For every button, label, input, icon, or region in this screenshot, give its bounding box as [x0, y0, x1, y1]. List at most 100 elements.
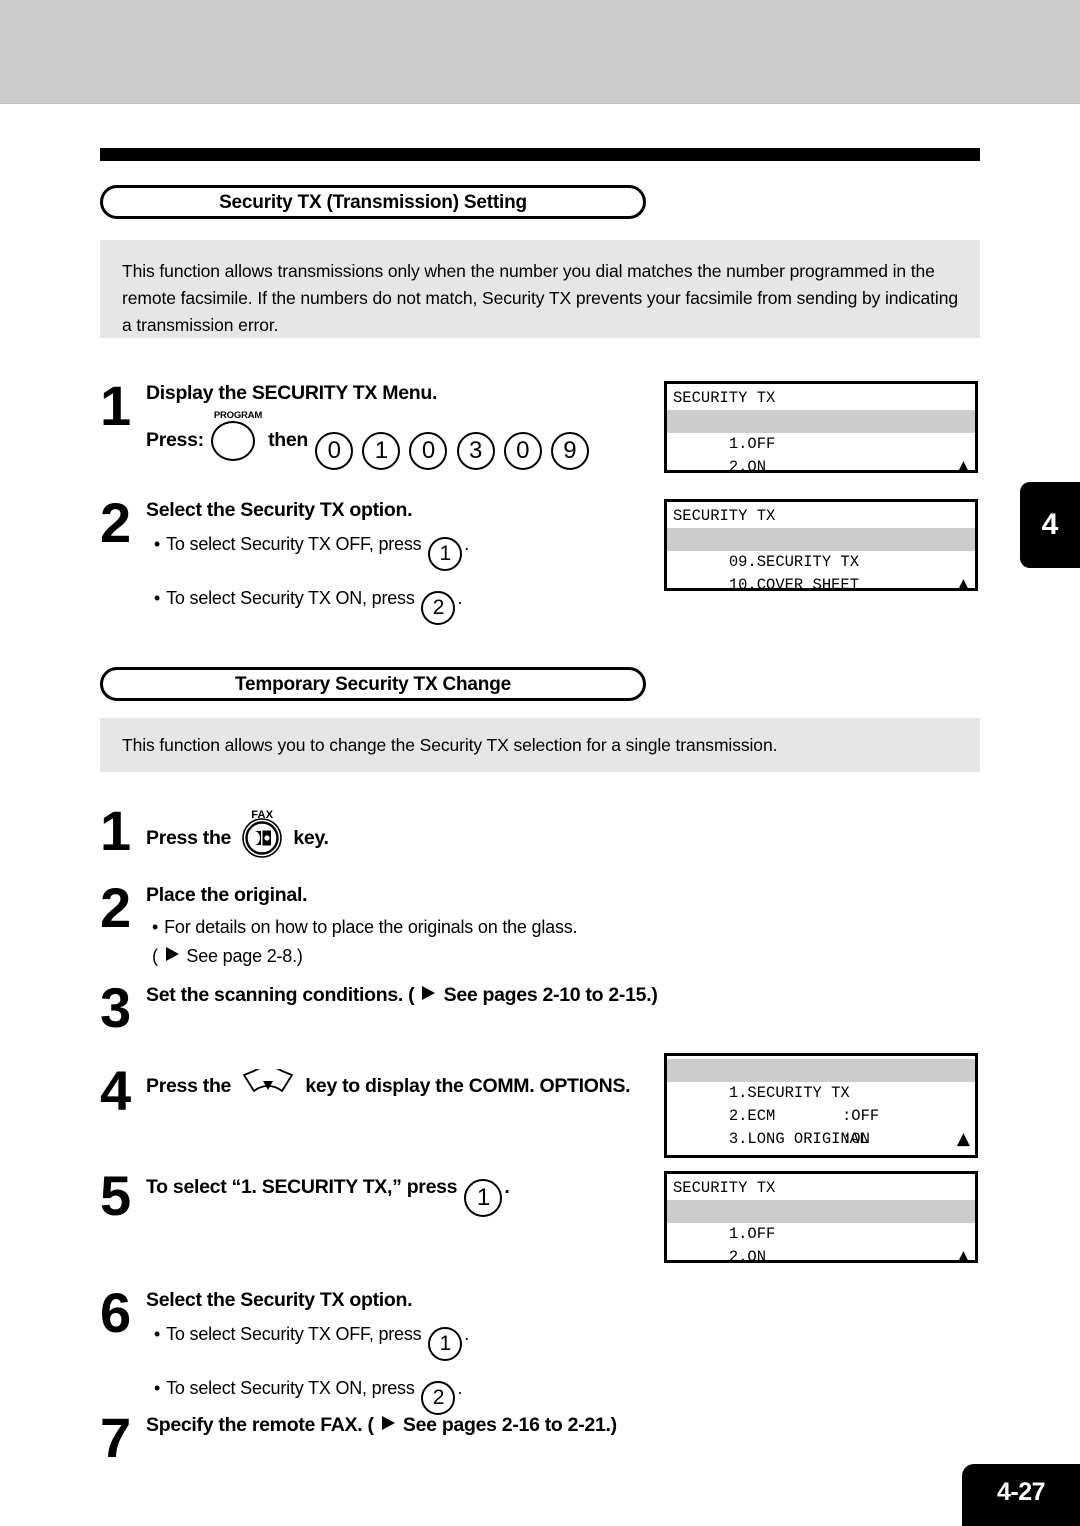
numeric-key-2-on-a[interactable]: 2 — [421, 591, 456, 625]
bullet-dot: • — [154, 1324, 161, 1344]
step-a2-number: 2 — [100, 491, 131, 554]
lcd-panel-comm-options: 1.SECURITY TX :OFF ▲ 2.ECM :ON 3.LONG OR… — [664, 1053, 978, 1158]
page-number: 4-27 — [962, 1464, 1080, 1526]
section-heading-temporary-security-tx-change: Temporary Security TX Change — [100, 667, 646, 701]
bullet-dot: • — [154, 588, 161, 608]
step-b6-title: Select the Security TX option. — [146, 1289, 413, 1311]
lcd-row[interactable]: 2.ON — [667, 1223, 975, 1260]
numeric-key-0-b[interactable]: 0 — [409, 432, 448, 470]
fax-key-glyph — [242, 818, 283, 858]
press-label: Press: — [146, 429, 204, 451]
lcd-header: SECURITY TX — [673, 1179, 776, 1197]
numeric-key-1-off-b[interactable]: 1 — [428, 1327, 463, 1361]
step-b7-title-post: See pages 2-16 to 2-21.) — [402, 1414, 617, 1436]
step-b5-title: To select “1. SECURITY TX,” press 1. — [146, 1174, 510, 1217]
step-b4-title: Press the key to display the COMM. OPTIO… — [146, 1069, 631, 1099]
step-b4-number: 4 — [100, 1059, 131, 1122]
lcd-row[interactable]: 2.ECM :ON — [667, 1082, 975, 1148]
lcd-row[interactable]: 1.OFF ▲ — [667, 410, 975, 470]
step-a2-bullet-on-text: To select Security TX ON, press — [166, 588, 415, 608]
lcd-row[interactable]: 1.OFF ▲ — [667, 1200, 975, 1260]
lcd-panel-security-tx-list: SECURITY TX 09.SECURITY TX ▲ 10.COVER SH… — [664, 499, 978, 591]
step-a2-bullet-off-text: To select Security TX OFF, press — [166, 534, 422, 554]
numeric-key-9-a[interactable]: 9 — [550, 432, 589, 470]
step-b4-title-post: key to display the COMM. OPTIONS. — [305, 1075, 631, 1097]
step-b6-bullet-off: • To select Security TX OFF, press 1. — [154, 1321, 469, 1361]
lcd-row[interactable]: 09.SECURITY TX ▲ — [667, 528, 975, 588]
step-b1-title: Press the FAX key. — [146, 809, 329, 858]
section-description-security-tx-setting: This function allows transmissions only … — [100, 240, 980, 338]
header-rule — [100, 148, 980, 161]
step-a2-bullet-on-period: . — [457, 588, 463, 608]
lcd-row[interactable]: 10.COVER SHEET — [667, 551, 975, 588]
step-a2-title: Select the Security TX option. — [146, 499, 413, 521]
comm-options-key-icon[interactable] — [240, 1069, 296, 1099]
then-label: then — [268, 429, 309, 451]
step-b3-title: Set the scanning conditions. ( See pages… — [146, 982, 676, 1008]
chapter-tab: 4 — [1020, 482, 1080, 568]
numeric-key-1-a[interactable]: 1 — [362, 432, 401, 470]
lcd-row[interactable]: 2.ON — [667, 433, 975, 470]
lcd-row-label: 4.LINE MONITOR — [729, 1153, 859, 1155]
step-b3-title-post: See pages 2-10 to 2-15.) — [443, 984, 658, 1006]
step-b6-bullet-off-text: To select Security TX OFF, press — [166, 1324, 422, 1344]
step-a1-press-line: Press: PROGRAM then 0 1 0 3 0 9 — [146, 410, 591, 470]
step-b5-title-post: . — [504, 1176, 510, 1198]
step-b2-bullet: • For details on how to place the origina… — [152, 914, 578, 940]
numeric-key-1-select-security-tx[interactable]: 1 — [464, 1179, 503, 1217]
step-b2-number: 2 — [100, 876, 131, 939]
lcd-row[interactable]: 4.LINE MONITOR :OFF ▼ — [667, 1128, 975, 1155]
step-b1-press-pre: Press the — [146, 827, 232, 849]
see-page-arrow-icon — [165, 947, 179, 961]
manual-page: Security TX (Transmission) Setting This … — [0, 0, 1080, 1526]
numeric-key-0-c[interactable]: 0 — [503, 432, 542, 470]
fax-key-icon[interactable]: FAX — [241, 809, 283, 858]
step-b3-title-pre: Set the scanning conditions. ( — [146, 984, 415, 1006]
numeric-key-3-a[interactable]: 3 — [456, 432, 495, 470]
step-a2-bullet-on: • To select Security TX ON, press 2. — [154, 585, 469, 625]
step-b5-title-pre: To select “1. SECURITY TX,” press — [146, 1176, 458, 1198]
step-a2-bullet-off-period: . — [464, 534, 470, 554]
lcd-row[interactable]: 3.LONG ORIGINAL :OFF — [667, 1105, 975, 1155]
lcd-panel-security-tx-onoff: SECURITY TX 1.OFF ▲ 2.ON ▼ — [664, 1171, 978, 1263]
step-b6-bullet-on-text: To select Security TX ON, press — [166, 1378, 415, 1398]
section-heading-security-tx-setting: Security TX (Transmission) Setting — [100, 185, 646, 219]
lcd-row: ▼ — [667, 1246, 975, 1260]
see-page-arrow-icon — [422, 986, 436, 1000]
step-a1-number: 1 — [100, 374, 131, 437]
step-b2-subnote: ( See page 2-8.) — [152, 944, 577, 968]
step-b2-subnote-post: See page 2-8.) — [186, 946, 303, 966]
step-b7-number: 7 — [100, 1406, 131, 1469]
lcd-row[interactable]: 1.SECURITY TX :OFF ▲ — [667, 1059, 975, 1149]
step-a2-bullet-off: • To select Security TX OFF, press 1. — [154, 531, 469, 571]
bullet-dot: • — [154, 1378, 161, 1398]
step-b2-bullet-text: For details on how to place the original… — [164, 917, 578, 937]
step-b1-press-post: key. — [293, 827, 329, 849]
arc-key-glyph — [243, 1069, 294, 1092]
step-b3-number: 3 — [100, 976, 131, 1039]
step-b6-bullet-on: • To select Security TX ON, press 2. — [154, 1375, 469, 1415]
step-b6-bullet-off-period: . — [464, 1324, 470, 1344]
step-b7-title-pre: Specify the remote FAX. ( — [146, 1414, 374, 1436]
lcd-header: SECURITY TX — [673, 389, 776, 407]
step-b6-bullet-on-period: . — [457, 1378, 463, 1398]
numeric-key-1-off-a[interactable]: 1 — [428, 537, 463, 571]
step-b1-number: 1 — [100, 799, 131, 862]
lcd-row[interactable]: 11.RECOVERY TRANSMIT ▼ — [667, 574, 975, 588]
bullet-dot: • — [152, 917, 159, 937]
step-b5-number: 5 — [100, 1164, 131, 1227]
numeric-key-2-on-b[interactable]: 2 — [421, 1381, 456, 1415]
lcd-header: SECURITY TX — [673, 507, 776, 525]
section-description-temporary-security-tx-change: This function allows you to change the S… — [100, 718, 980, 772]
step-b2-subnote-pre: ( — [152, 946, 158, 966]
step-b4-title-pre: Press the — [146, 1075, 232, 1097]
see-page-arrow-icon — [381, 1416, 395, 1430]
step-b7-title: Specify the remote FAX. ( See pages 2-16… — [146, 1412, 676, 1438]
step-b6-number: 6 — [100, 1281, 131, 1344]
step-b2-title: Place the original. — [146, 884, 308, 906]
numeric-key-0-a[interactable]: 0 — [315, 432, 354, 470]
program-key-ring — [210, 421, 255, 461]
bullet-dot: • — [154, 534, 161, 554]
program-key-icon[interactable]: PROGRAM — [210, 410, 262, 461]
lcd-panel-security-tx-menu: SECURITY TX 1.OFF ▲ 2.ON ▼ — [664, 381, 978, 473]
